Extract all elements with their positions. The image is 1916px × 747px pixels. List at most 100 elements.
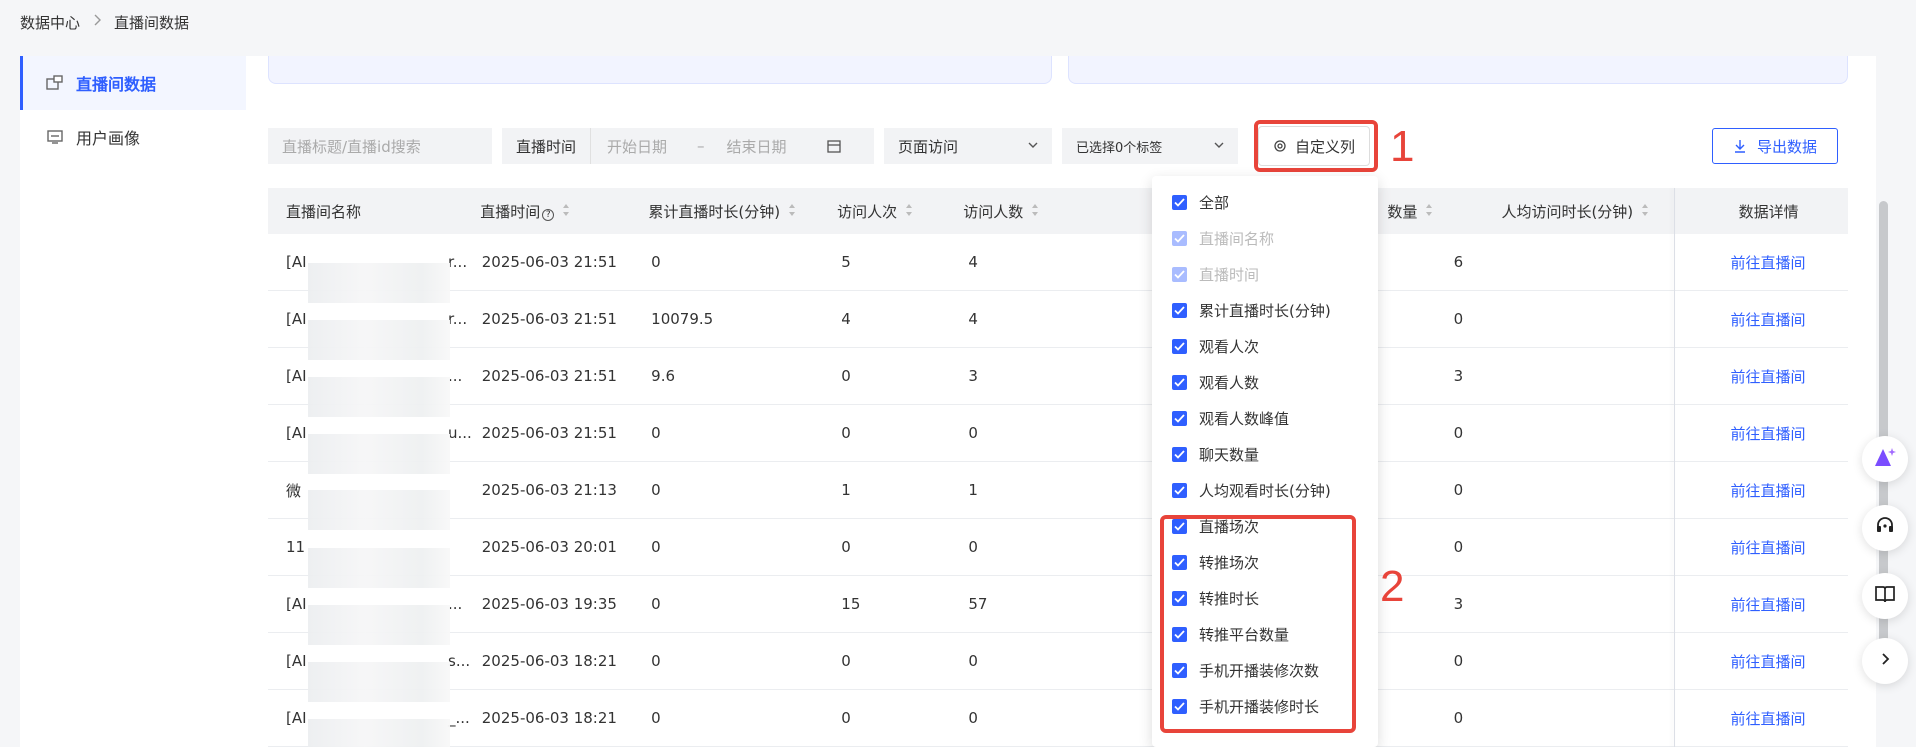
- annotation-label-2: 2: [1380, 562, 1405, 611]
- start-date-input[interactable]: 开始日期: [607, 136, 667, 157]
- cell-avg: 3: [1453, 595, 1464, 613]
- column-option: 直播间名称: [1152, 220, 1378, 256]
- date-range-label: 直播时间: [502, 128, 592, 164]
- column-option-label: 观看人数峰值: [1199, 409, 1290, 428]
- goto-live-room-link[interactable]: 前往直播间: [1688, 309, 1848, 330]
- page-visit-value: 页面访问: [898, 137, 959, 156]
- checkbox-checked-icon[interactable]: [1172, 338, 1187, 354]
- redaction-blur: [308, 719, 450, 747]
- chevron-right-icon: [92, 14, 102, 30]
- sidebar-item-user-profile[interactable]: 用户画像: [20, 110, 246, 164]
- goto-live-room-link[interactable]: 前往直播间: [1688, 366, 1848, 387]
- cell-visits: 0: [841, 709, 851, 727]
- cell-visits: 0: [841, 367, 851, 385]
- checkbox-checked-icon[interactable]: [1172, 302, 1187, 318]
- goto-live-room-link[interactable]: 前往直播间: [1688, 480, 1848, 501]
- cell-visitors: 0: [968, 424, 978, 442]
- column-option[interactable]: 全部: [1152, 184, 1378, 220]
- column-option[interactable]: 观看人数: [1152, 364, 1378, 400]
- cell-name: [AI u...: [268, 424, 482, 474]
- cell-time: 2025-06-03 21:51: [481, 424, 617, 442]
- fixed-column-divider: [1674, 188, 1675, 747]
- goto-live-room-link[interactable]: 前往直播间: [1688, 708, 1848, 729]
- cell-time: 2025-06-03 18:21: [481, 652, 617, 670]
- ai-assistant-button[interactable]: [1862, 436, 1908, 482]
- redaction-blur: [308, 605, 450, 645]
- redaction-blur: [308, 548, 450, 588]
- column-option-label: 观看人数: [1199, 373, 1260, 392]
- cell-time: 2025-06-03 21:51: [481, 310, 617, 328]
- column-option-label: 人均观看时长(分钟): [1199, 481, 1331, 500]
- cell-visitors: 4: [968, 253, 978, 271]
- checkbox-checked-icon[interactable]: [1172, 482, 1187, 498]
- goto-live-room-link[interactable]: 前往直播间: [1688, 423, 1848, 444]
- cell-time: 2025-06-03 18:21: [481, 709, 617, 727]
- expand-button[interactable]: [1862, 638, 1908, 684]
- col-header-detail: 数据详情: [1738, 202, 1799, 221]
- goto-live-room-link[interactable]: 前往直播间: [1688, 651, 1848, 672]
- cell-visitors: 0: [968, 709, 978, 727]
- table-row: [AI r... 2025-06-03 21:51 0 5 4 6 前往直播间: [268, 234, 1848, 303]
- sort-icon[interactable]: [1641, 203, 1649, 221]
- docs-button[interactable]: [1862, 573, 1908, 619]
- breadcrumb-current: 直播间数据: [114, 13, 190, 32]
- checkbox-checked-icon: [1172, 230, 1187, 246]
- search-input[interactable]: 直播标题/直播id搜索: [268, 128, 492, 164]
- cell-visits: 15: [841, 595, 861, 613]
- ai-assistant-icon: [1872, 445, 1898, 473]
- cell-duration: 0: [651, 595, 661, 613]
- col-header-visitors[interactable]: 访问人数: [963, 201, 1089, 222]
- export-button[interactable]: 导出数据: [1712, 128, 1838, 164]
- table-row: [AI _... 2025-06-03 18:21 0 0 0 0 前往直播间: [268, 690, 1848, 747]
- tag-select[interactable]: 已选择0个标签: [1062, 128, 1238, 164]
- sort-icon[interactable]: [1425, 203, 1433, 221]
- cell-duration: 0: [651, 481, 661, 499]
- breadcrumb-root[interactable]: 数据中心: [20, 12, 80, 33]
- redaction-blur: [308, 489, 450, 530]
- chevron-down-icon: [1026, 138, 1040, 152]
- data-table: 直播间名称 直播时间? 累计直播时长(分钟) 访问人次 访问人数 数量 人均访问…: [268, 188, 1848, 747]
- cell-visits: 1: [841, 481, 851, 499]
- checkbox-checked-icon[interactable]: [1172, 446, 1187, 462]
- column-option[interactable]: 人均观看时长(分钟): [1152, 472, 1378, 508]
- checkbox-checked-icon[interactable]: [1172, 194, 1187, 210]
- sort-icon[interactable]: [1031, 203, 1039, 221]
- table-row: [AI r... 2025-06-03 21:51 10079.5 4 4 0 前…: [268, 291, 1848, 360]
- column-option-label: 观看人次: [1199, 337, 1260, 356]
- cell-visitors: 0: [968, 538, 978, 556]
- goto-live-room-link[interactable]: 前往直播间: [1688, 537, 1848, 558]
- goto-live-room-link[interactable]: 前往直播间: [1688, 594, 1848, 615]
- cell-visitors: 57: [968, 595, 988, 613]
- column-option[interactable]: 累计直播时长(分钟): [1152, 292, 1378, 328]
- sort-icon[interactable]: [562, 203, 570, 221]
- end-date-input[interactable]: 结束日期: [727, 136, 787, 157]
- goto-live-room-link[interactable]: 前往直播间: [1688, 252, 1848, 273]
- column-option[interactable]: 观看人次: [1152, 328, 1378, 364]
- col-header-duration[interactable]: 累计直播时长(分钟): [648, 201, 837, 222]
- col-header-time[interactable]: 直播时间?: [480, 201, 648, 222]
- column-option-label: 全部: [1199, 193, 1230, 212]
- table-header: 直播间名称 直播时间? 累计直播时长(分钟) 访问人次 访问人数 数量 人均访问…: [268, 188, 1848, 234]
- column-option[interactable]: 观看人数峰值: [1152, 400, 1378, 436]
- checkbox-checked-icon[interactable]: [1172, 410, 1187, 426]
- sidebar-item-live-data[interactable]: 直播间数据: [20, 56, 246, 110]
- cell-name: [AI s...: [268, 652, 482, 702]
- support-button[interactable]: [1862, 505, 1908, 551]
- redaction-blur: [308, 320, 450, 360]
- col-header-avg[interactable]: 人均访问时长(分钟): [1443, 201, 1689, 222]
- help-icon: ?: [542, 208, 555, 221]
- cell-duration: 0: [651, 538, 661, 556]
- sort-icon[interactable]: [788, 203, 796, 221]
- page-visit-select[interactable]: 页面访问: [884, 128, 1052, 164]
- col-header-visits[interactable]: 访问人次: [837, 201, 963, 222]
- calendar-icon[interactable]: [826, 139, 841, 153]
- cell-duration: 0: [651, 652, 661, 670]
- checkbox-checked-icon[interactable]: [1172, 374, 1187, 390]
- book-icon: [1874, 584, 1896, 608]
- sort-icon[interactable]: [905, 203, 913, 221]
- cell-avg: 0: [1453, 310, 1464, 328]
- cell-avg: 0: [1453, 481, 1464, 499]
- column-option[interactable]: 聊天数量: [1152, 436, 1378, 472]
- date-range-picker[interactable]: 直播时间 开始日期 – 结束日期: [502, 128, 874, 164]
- monitor-icon: [46, 129, 64, 145]
